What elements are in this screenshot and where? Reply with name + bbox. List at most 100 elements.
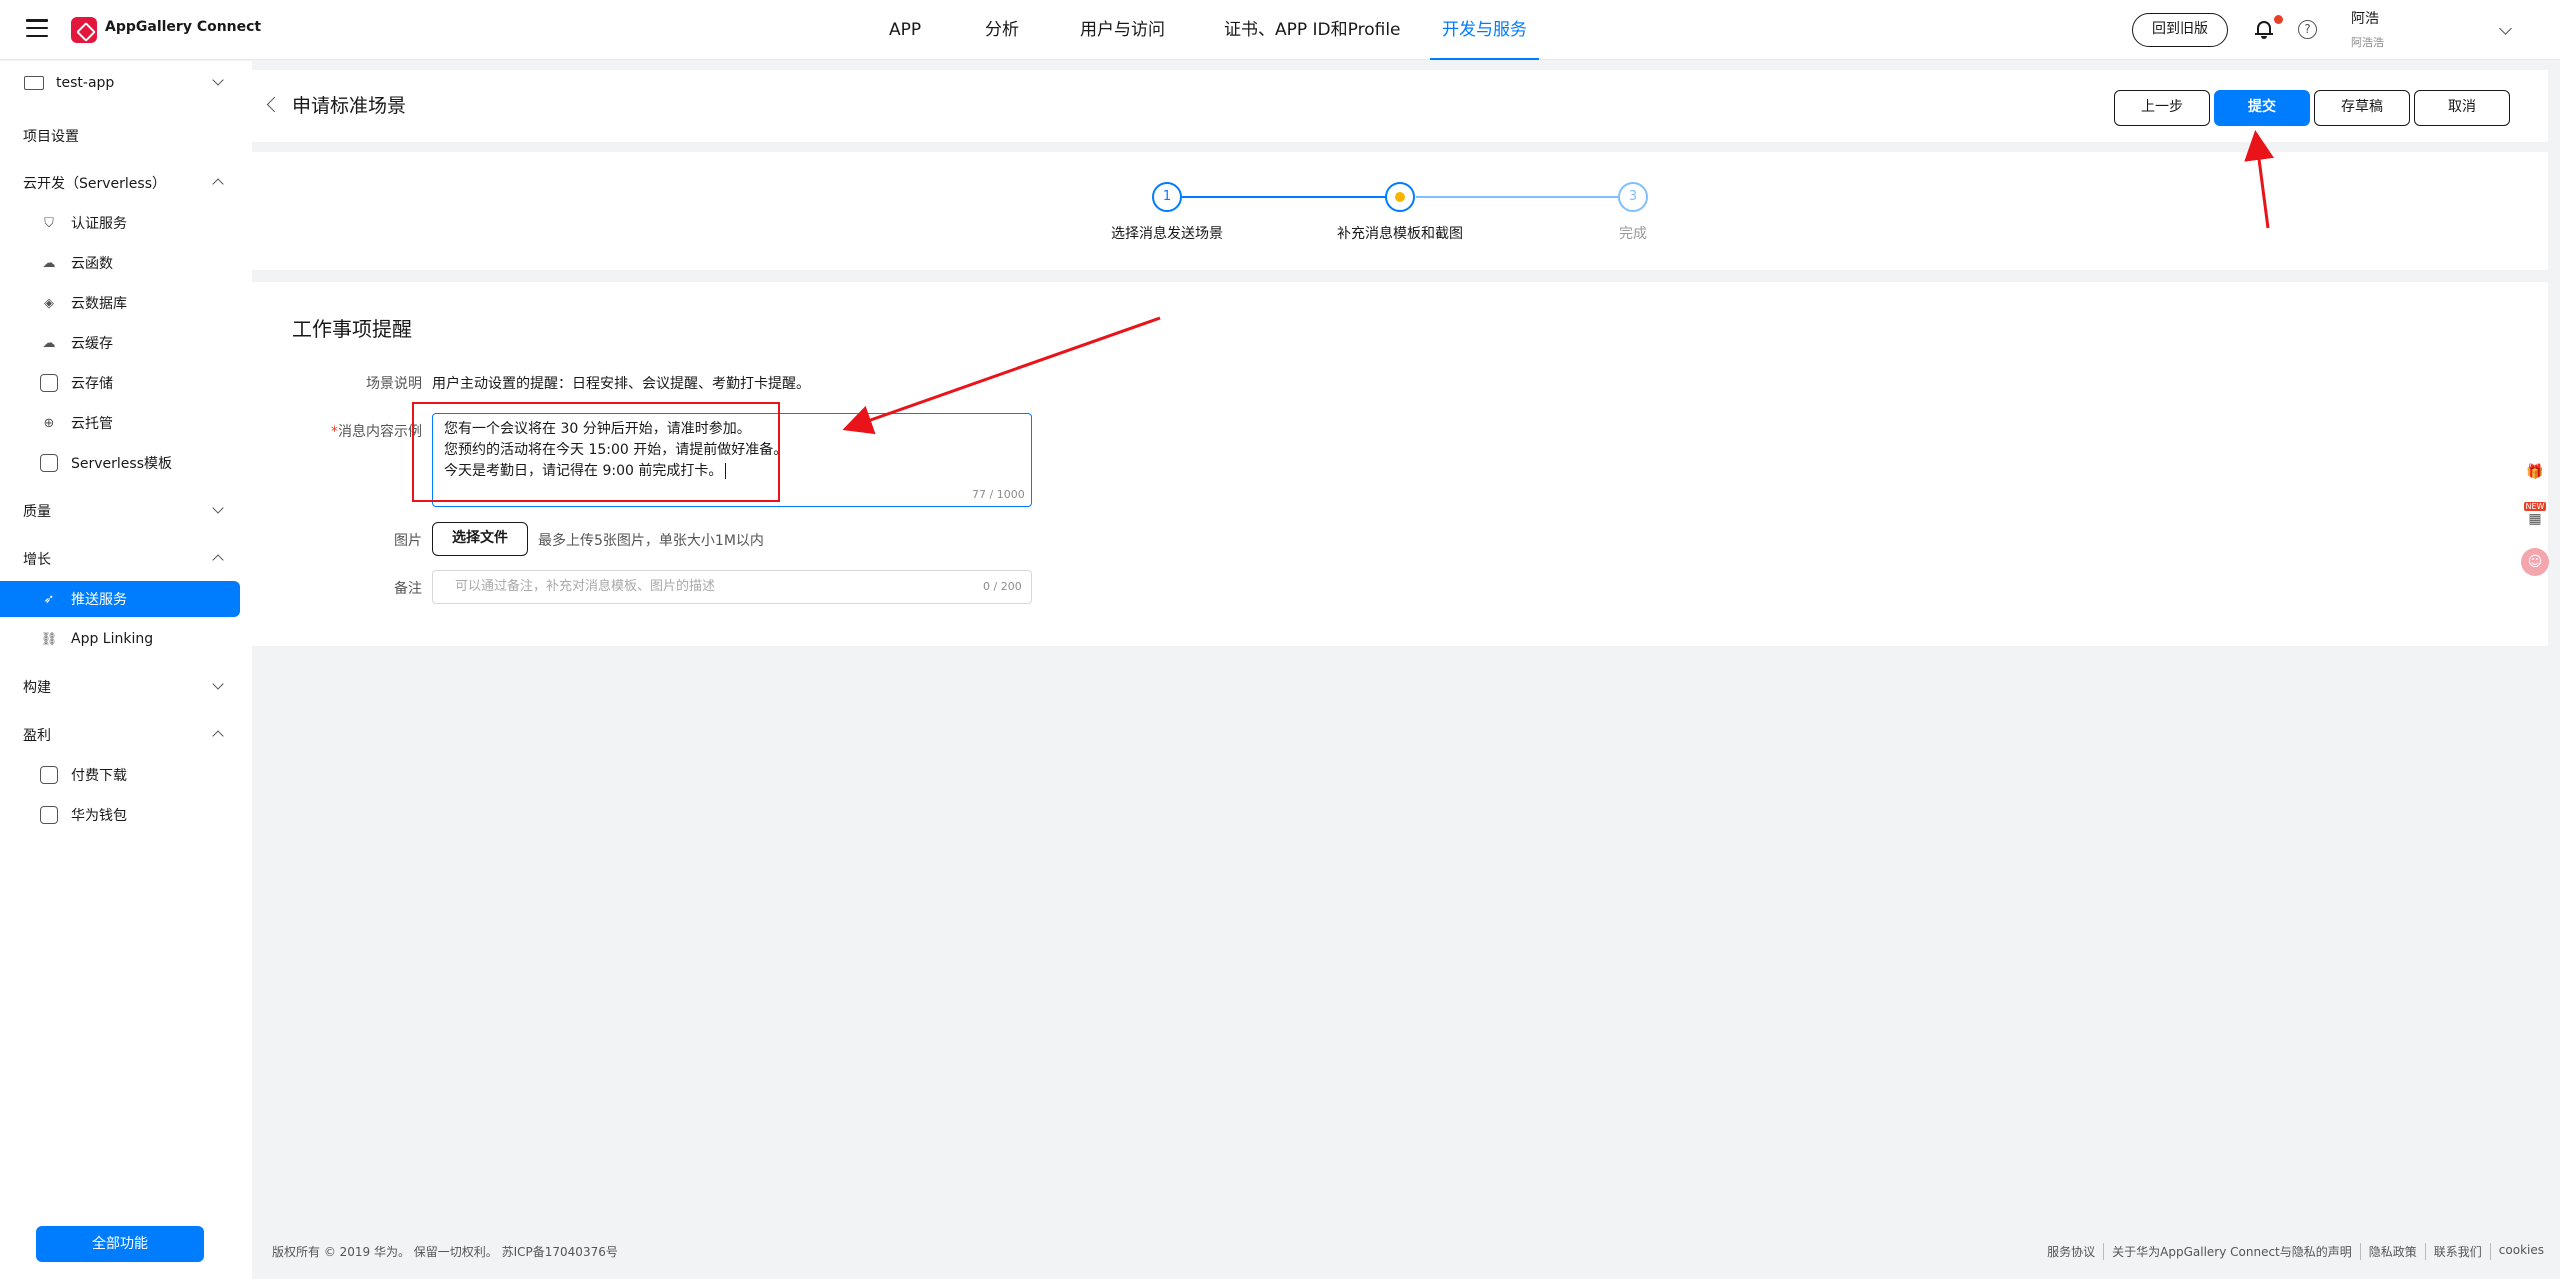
sidebar-item-app-linking[interactable]: ⛓ App Linking xyxy=(0,621,252,657)
cache-icon: ☁ xyxy=(42,335,56,351)
current-step-dot xyxy=(1395,192,1405,202)
note-input[interactable]: 可以通过备注，补充对消息模板、图片的描述 xyxy=(432,570,1032,604)
chevron-up-icon xyxy=(212,730,224,742)
annotation-highlight-box xyxy=(412,402,780,502)
scene-label: 场景说明 xyxy=(366,376,422,392)
chevron-down-icon[interactable] xyxy=(2499,22,2512,35)
sidebar-item-serverless-template[interactable]: Serverless模板 xyxy=(0,445,252,481)
sidebar-item-huawei-wallet[interactable]: 华为钱包 xyxy=(0,797,252,833)
new-feature-icon[interactable]: NEW ▦ xyxy=(2521,500,2549,528)
footer-links: 服务协议 关于华为AppGallery Connect与隐私的声明 隐私政策 联… xyxy=(2039,1243,2552,1260)
footer-link-service-agreement[interactable]: 服务协议 xyxy=(2039,1243,2103,1260)
user-name[interactable]: 阿浩 xyxy=(2351,8,2379,28)
content-label: *消息内容示例 xyxy=(292,421,422,441)
storage-icon xyxy=(40,374,58,392)
back-to-old-version-button[interactable]: 回到旧版 xyxy=(2132,13,2228,47)
sidebar-group-quality[interactable]: 质量 xyxy=(0,493,252,529)
content-label-text: 消息内容示例 xyxy=(338,424,422,440)
rocket-icon: ➶ xyxy=(43,591,55,607)
folder-icon xyxy=(24,76,44,90)
step-1-circle: 1 xyxy=(1152,182,1182,212)
form-section-title: 工作事项提醒 xyxy=(292,317,412,341)
sidebar: test-app 项目设置 云开发（Serverless） ⛉ 认证服务 ☁ 云… xyxy=(0,61,252,1279)
help-icon[interactable]: ? xyxy=(2298,20,2317,39)
nav-certificates[interactable]: 证书、APP ID和Profile xyxy=(1224,0,1401,60)
hamburger-menu-icon[interactable] xyxy=(26,19,48,37)
top-bar: AppGallery Connect APP 分析 用户与访问 证书、APP I… xyxy=(0,0,2560,60)
footer-link-contact[interactable]: 联系我们 xyxy=(2424,1243,2490,1260)
sidebar-item-label: Serverless模板 xyxy=(71,456,173,472)
sidebar-item-label: 推送服务 xyxy=(71,592,127,608)
sidebar-item-push-kit[interactable]: ➶ 推送服务 xyxy=(0,581,240,617)
notification-dot xyxy=(2274,15,2283,24)
step-connector xyxy=(1182,196,1400,198)
sidebar-item-cloud-hosting[interactable]: ⊕ 云托管 xyxy=(0,405,252,441)
submit-button[interactable]: 提交 xyxy=(2214,90,2310,126)
prev-step-button[interactable]: 上一步 xyxy=(2114,90,2210,126)
step-2-circle xyxy=(1385,182,1415,212)
globe-icon: ⊕ xyxy=(43,415,55,431)
assistant-icon[interactable]: ☺ xyxy=(2521,548,2549,576)
step-2-label: 补充消息模板和截图 xyxy=(1337,226,1463,242)
choose-file-button[interactable]: 选择文件 xyxy=(432,522,528,556)
template-icon xyxy=(40,454,58,472)
nav-develop-services[interactable]: 开发与服务 xyxy=(1430,0,1539,60)
nav-app[interactable]: APP xyxy=(889,0,921,60)
sidebar-item-auth[interactable]: ⛉ 认证服务 xyxy=(0,205,252,241)
sidebar-item-label: 云开发（Serverless） xyxy=(23,176,167,192)
project-selector[interactable]: test-app xyxy=(0,65,252,101)
sidebar-item-label: 认证服务 xyxy=(71,216,127,232)
link-icon: ⛓ xyxy=(40,631,58,647)
chevron-down-icon xyxy=(212,502,224,514)
cloud-function-icon: ☁ xyxy=(42,255,56,271)
sidebar-item-label: 构建 xyxy=(23,680,51,696)
sidebar-item-label: 云函数 xyxy=(71,256,113,272)
note-counter: 0 / 200 xyxy=(983,580,1022,593)
note-label: 备注 xyxy=(394,581,422,597)
sidebar-item-label: 华为钱包 xyxy=(71,808,127,824)
cancel-button[interactable]: 取消 xyxy=(2414,90,2510,126)
sidebar-item-cloud-functions[interactable]: ☁ 云函数 xyxy=(0,245,252,281)
sidebar-item-label: 增长 xyxy=(23,552,51,568)
sidebar-group-growth[interactable]: 增长 xyxy=(0,541,252,577)
bell-icon[interactable] xyxy=(2255,19,2273,39)
grid-icon: ▦ xyxy=(2528,510,2542,527)
sidebar-item-cloud-db[interactable]: ◈ 云数据库 xyxy=(0,285,252,321)
new-badge: NEW xyxy=(2523,501,2547,511)
chevron-up-icon xyxy=(212,554,224,566)
gift-icon[interactable]: 🎁 xyxy=(2521,458,2549,486)
nav-users-access[interactable]: 用户与访问 xyxy=(1080,0,1165,60)
sidebar-item-label: 云存储 xyxy=(71,376,113,392)
project-name: test-app xyxy=(56,75,115,91)
all-features-button[interactable]: 全部功能 xyxy=(36,1226,204,1262)
sidebar-item-paid-download[interactable]: 付费下载 xyxy=(0,757,252,793)
page-title: 申请标准场景 xyxy=(292,95,407,117)
save-draft-button[interactable]: 存草稿 xyxy=(2314,90,2410,126)
nav-analytics[interactable]: 分析 xyxy=(985,0,1019,60)
footer-link-privacy-statement[interactable]: 关于华为AppGallery Connect与隐私的声明 xyxy=(2103,1243,2360,1260)
image-hint: 最多上传5张图片，单张大小1M以内 xyxy=(538,533,764,549)
sidebar-item-label: 项目设置 xyxy=(23,129,79,145)
sidebar-group-serverless[interactable]: 云开发（Serverless） xyxy=(0,165,252,201)
sidebar-group-build[interactable]: 构建 xyxy=(0,669,252,705)
step-3-circle: 3 xyxy=(1618,182,1648,212)
sidebar-item-label: 云托管 xyxy=(71,416,113,432)
sidebar-item-label: 盈利 xyxy=(23,728,51,744)
sidebar-item-label: 云缓存 xyxy=(71,336,113,352)
footer-link-privacy-policy[interactable]: 隐私政策 xyxy=(2359,1243,2425,1260)
shield-icon: ⛉ xyxy=(44,215,54,231)
sidebar-item-label: App Linking xyxy=(71,631,154,647)
image-label: 图片 xyxy=(394,533,422,549)
scene-description: 用户主动设置的提醒：日程安排、会议提醒、考勤打卡提醒。 xyxy=(432,376,810,392)
step-3-label: 完成 xyxy=(1619,226,1647,242)
sidebar-group-earn[interactable]: 盈利 xyxy=(0,717,252,753)
sidebar-item-cloud-storage[interactable]: 云存储 xyxy=(0,365,252,401)
sidebar-item-label: 云数据库 xyxy=(71,296,127,312)
sidebar-item-label: 质量 xyxy=(23,504,51,520)
footer-link-cookies[interactable]: cookies xyxy=(2489,1243,2552,1260)
sidebar-item-cloud-cache[interactable]: ☁ 云缓存 xyxy=(0,325,252,361)
copyright: 版权所有 © 2019 华为。 保留一切权利。 苏ICP备17040376号 xyxy=(272,1245,618,1259)
sidebar-item-project-settings[interactable]: 项目设置 xyxy=(0,118,252,154)
paid-download-icon xyxy=(40,766,58,784)
chevron-down-icon xyxy=(212,74,224,86)
